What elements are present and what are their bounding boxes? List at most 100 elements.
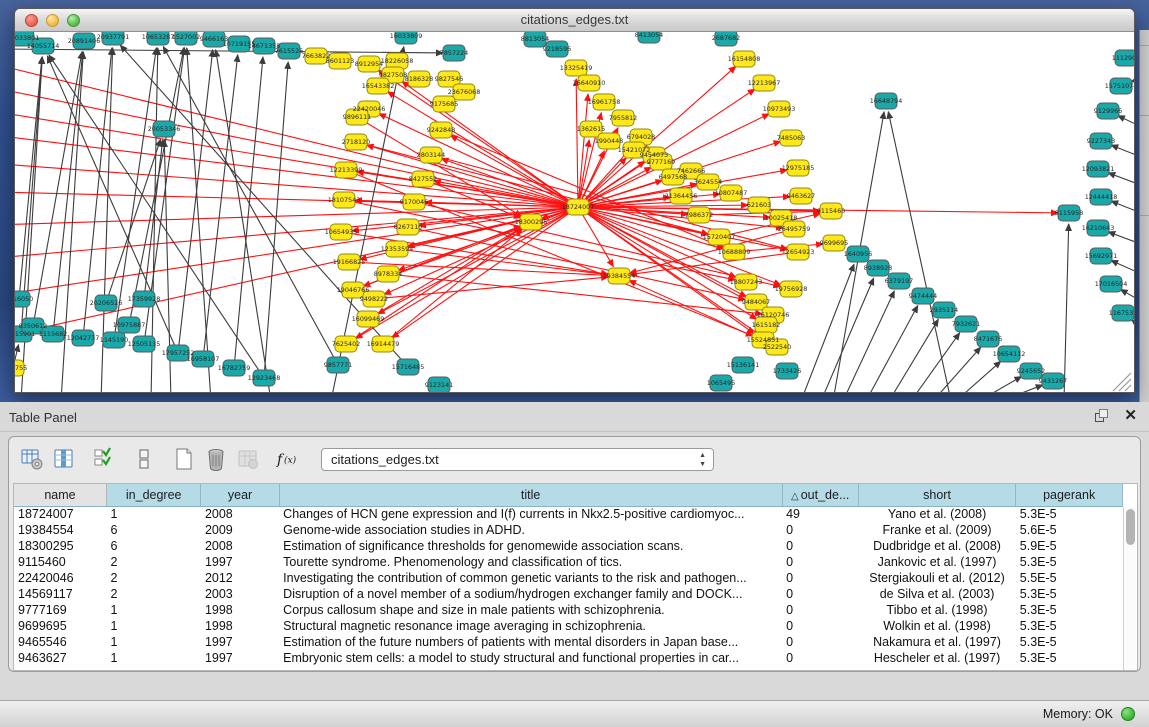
- table-cell[interactable]: 5.3E-5: [1016, 506, 1123, 522]
- table-cell[interactable]: 0: [782, 522, 858, 538]
- table-cell[interactable]: 1997: [201, 650, 279, 666]
- table-cell[interactable]: 2009: [201, 522, 279, 538]
- column-checklist-icon[interactable]: [91, 446, 117, 472]
- table-cell[interactable]: Stergiakouli et al. (2012): [858, 570, 1015, 586]
- table-cell[interactable]: 0: [782, 602, 858, 618]
- table-row[interactable]: 1456911722003Disruption of a novel membe…: [14, 586, 1123, 602]
- table-cell[interactable]: Nakamura et al. (1997): [858, 634, 1015, 650]
- column-header-name[interactable]: name: [14, 484, 106, 506]
- table-cell[interactable]: 2003: [201, 586, 279, 602]
- table-cell[interactable]: 0: [782, 554, 858, 570]
- table-row[interactable]: 1830029562008Estimation of significance …: [14, 538, 1123, 554]
- table-cell[interactable]: Embryonic stem cells: a model to study s…: [279, 650, 782, 666]
- row-height-icon[interactable]: [131, 446, 157, 472]
- table-cell[interactable]: 1: [106, 602, 200, 618]
- table-cell[interactable]: 2008: [201, 506, 279, 522]
- table-cell[interactable]: Franke et al. (2009): [858, 522, 1015, 538]
- column-header-out_de[interactable]: △out_de...: [782, 484, 858, 506]
- table-cell[interactable]: 1: [106, 650, 200, 666]
- table-cell[interactable]: 9699695: [14, 618, 106, 634]
- table-row[interactable]: 911546021997Tourette syndrome. Phenomeno…: [14, 554, 1123, 570]
- table-cell[interactable]: 1997: [201, 554, 279, 570]
- table-cell[interactable]: Yano et al. (2008): [858, 506, 1015, 522]
- table-cell[interactable]: 5.3E-5: [1016, 618, 1123, 634]
- table-cell[interactable]: 5.3E-5: [1016, 554, 1123, 570]
- delete-trash-icon[interactable]: [203, 446, 229, 472]
- table-cell[interactable]: 9465546: [14, 634, 106, 650]
- table-cell[interactable]: 49: [782, 506, 858, 522]
- table-cell[interactable]: 2012: [201, 570, 279, 586]
- table-cell[interactable]: 9463627: [14, 650, 106, 666]
- table-row[interactable]: 977716911998Corpus callosum shape and si…: [14, 602, 1123, 618]
- table-cell[interactable]: Estimation of the future numbers of pati…: [279, 634, 782, 650]
- table-cell[interactable]: 1: [106, 618, 200, 634]
- table-cell[interactable]: 1: [106, 506, 200, 522]
- table-cell[interactable]: Tourette syndrome. Phenomenology and cla…: [279, 554, 782, 570]
- table-cell[interactable]: 2: [106, 554, 200, 570]
- table-cell[interactable]: 14569117: [14, 586, 106, 602]
- table-cell[interactable]: 18724007: [14, 506, 106, 522]
- table-cell[interactable]: Investigating the contribution of common…: [279, 570, 782, 586]
- table-cell[interactable]: Hescheler et al. (1997): [858, 650, 1015, 666]
- table-cell[interactable]: Tibbo et al. (1998): [858, 602, 1015, 618]
- table-cell[interactable]: 5.3E-5: [1016, 586, 1123, 602]
- table-cell[interactable]: 0: [782, 618, 858, 634]
- table-cell[interactable]: 1998: [201, 618, 279, 634]
- table-cell[interactable]: de Silva et al. (2003): [858, 586, 1015, 602]
- table-row[interactable]: 969969511998Structural magnetic resonanc…: [14, 618, 1123, 634]
- close-panel-icon[interactable]: ✕: [1124, 408, 1137, 424]
- column-header-short[interactable]: short: [858, 484, 1015, 506]
- column-header-title[interactable]: title: [279, 484, 782, 506]
- table-cell[interactable]: 0: [782, 586, 858, 602]
- table-cell[interactable]: 1998: [201, 602, 279, 618]
- network-select[interactable]: citations_edges.txt▲▼: [321, 448, 714, 471]
- table-cell[interactable]: 5.3E-5: [1016, 602, 1123, 618]
- table-cell[interactable]: 0: [782, 538, 858, 554]
- table-cell[interactable]: Disruption of a novel member of a sodium…: [279, 586, 782, 602]
- table-row[interactable]: 2242004622012Investigating the contribut…: [14, 570, 1123, 586]
- table-row[interactable]: 946362711997Embryonic stem cells: a mode…: [14, 650, 1123, 666]
- new-document-icon[interactable]: [171, 446, 197, 472]
- table-cell[interactable]: 0: [782, 570, 858, 586]
- table-cell[interactable]: Changes of HCN gene expression and I(f) …: [279, 506, 782, 522]
- table-cell[interactable]: Jankovic et al. (1997): [858, 554, 1015, 570]
- table-row[interactable]: 1938455462009Genome-wide association stu…: [14, 522, 1123, 538]
- table-cell[interactable]: 9115460: [14, 554, 106, 570]
- column-header-pagerank[interactable]: pagerank: [1016, 484, 1123, 506]
- table-cell[interactable]: 6: [106, 538, 200, 554]
- table-cell[interactable]: 5.3E-5: [1016, 650, 1123, 666]
- table-cell[interactable]: 1997: [201, 634, 279, 650]
- function-builder-icon[interactable]: f(x): [275, 446, 301, 472]
- table-cell[interactable]: Dudbridge et al. (2008): [858, 538, 1015, 554]
- table-cell[interactable]: 6: [106, 522, 200, 538]
- table-cell[interactable]: Corpus callosum shape and size in male p…: [279, 602, 782, 618]
- network-window-titlebar[interactable]: citations_edges.txt: [15, 9, 1134, 32]
- column-header-year[interactable]: year: [201, 484, 279, 506]
- table-cell[interactable]: 1: [106, 634, 200, 650]
- table-row[interactable]: 1872400712008Changes of HCN gene express…: [14, 506, 1123, 522]
- table-cell[interactable]: 5.3E-5: [1016, 634, 1123, 650]
- table-settings-icon[interactable]: [19, 446, 45, 472]
- table-cell[interactable]: 0: [782, 634, 858, 650]
- table-cell[interactable]: Wolkin et al. (1998): [858, 618, 1015, 634]
- table-cell[interactable]: Estimation of significance thresholds fo…: [279, 538, 782, 554]
- table-cell[interactable]: Genome-wide association studies in ADHD.: [279, 522, 782, 538]
- table-cell[interactable]: 9777169: [14, 602, 106, 618]
- table-cell[interactable]: 19384554: [14, 522, 106, 538]
- table-cell[interactable]: 0: [782, 650, 858, 666]
- table-cell[interactable]: 22420046: [14, 570, 106, 586]
- table-cell[interactable]: 2: [106, 586, 200, 602]
- table-cell[interactable]: 5.9E-5: [1016, 538, 1123, 554]
- table-cell[interactable]: 5.5E-5: [1016, 570, 1123, 586]
- table-cell[interactable]: 2008: [201, 538, 279, 554]
- show-column-icon[interactable]: [51, 446, 77, 472]
- column-header-in_degree[interactable]: in_degree: [106, 484, 200, 506]
- network-view[interactable]: 1603380114055714208914062093779110653287…: [15, 32, 1134, 392]
- table-scrollbar-thumb[interactable]: [1126, 509, 1135, 545]
- table-cell[interactable]: 5.6E-5: [1016, 522, 1123, 538]
- table-cell[interactable]: Structural magnetic resonance image aver…: [279, 618, 782, 634]
- float-window-icon[interactable]: [1094, 408, 1110, 424]
- table-row[interactable]: 946554611997Estimation of the future num…: [14, 634, 1123, 650]
- table-cell[interactable]: 2: [106, 570, 200, 586]
- import-table-icon[interactable]: [235, 446, 261, 472]
